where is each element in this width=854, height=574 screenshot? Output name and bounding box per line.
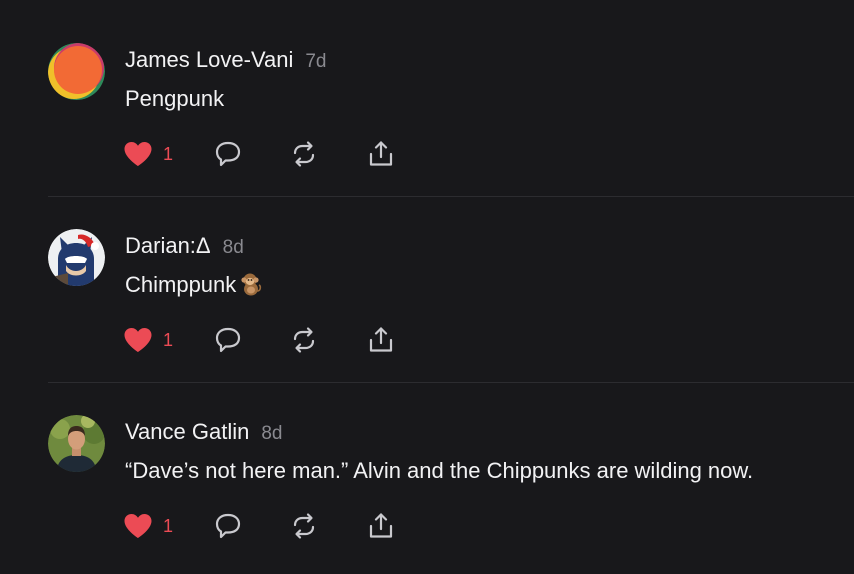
share-button[interactable] (366, 511, 396, 541)
share-upload-icon (369, 141, 393, 166)
repost-arrows-icon (293, 141, 315, 167)
share-button[interactable] (366, 139, 396, 169)
reply-button[interactable] (213, 325, 243, 355)
repost-arrows-icon (293, 513, 315, 539)
post-text: Chimppunk (125, 272, 237, 297)
like-count: 1 (163, 329, 174, 350)
post-header: Darian:Δ 8d (125, 233, 244, 262)
post: Vance Gatlin 8d “Dave’s not here man.” Al… (0, 383, 854, 569)
avatar[interactable] (48, 415, 105, 472)
post-text: “Dave’s not here man.” Alvin and the Chi… (125, 458, 754, 483)
monkey-emoji-icon (240, 272, 262, 303)
heart-icon (124, 514, 152, 538)
reply-bubble-icon (215, 141, 241, 167)
reply-bubble-icon (215, 327, 241, 353)
post-timestamp[interactable]: 8d (261, 423, 282, 444)
author-name[interactable]: Darian:Δ (125, 233, 211, 258)
author-name[interactable]: James Love-Vani (125, 47, 293, 72)
reply-bubble-icon (215, 513, 241, 539)
heart-icon (124, 142, 152, 166)
post: James Love-Vani 7d Pengpunk 1 (0, 11, 854, 197)
post-actions: 1 (123, 511, 423, 541)
post-actions: 1 (123, 139, 423, 169)
like-button[interactable]: 1 (123, 139, 173, 169)
author-name[interactable]: Vance Gatlin (125, 419, 249, 444)
post-header: Vance Gatlin 8d (125, 419, 282, 448)
share-upload-icon (369, 513, 393, 538)
repost-button[interactable] (289, 511, 319, 541)
person-photo-avatar-icon (48, 415, 105, 472)
orange-circle-avatar-icon (48, 43, 105, 100)
like-button[interactable]: 1 (123, 325, 173, 355)
batman-santa-avatar-icon (48, 229, 105, 286)
post: Darian:Δ 8d Chimppunk 1 (0, 197, 854, 383)
post-text: Pengpunk (125, 86, 225, 111)
like-count: 1 (163, 515, 174, 536)
repost-arrows-icon (293, 327, 315, 353)
post-text-row: Chimppunk (125, 271, 262, 303)
repost-button[interactable] (289, 325, 319, 355)
post-actions: 1 (123, 325, 423, 355)
reply-button[interactable] (213, 511, 243, 541)
post-timestamp[interactable]: 8d (223, 237, 244, 258)
heart-icon (124, 328, 152, 352)
like-count: 1 (163, 143, 174, 164)
repost-button[interactable] (289, 139, 319, 169)
avatar[interactable] (48, 229, 105, 286)
avatar[interactable] (48, 43, 105, 100)
reply-button[interactable] (213, 139, 243, 169)
like-button[interactable]: 1 (123, 511, 173, 541)
share-button[interactable] (366, 325, 396, 355)
post-header: James Love-Vani 7d (125, 47, 326, 76)
share-upload-icon (369, 327, 393, 352)
post-timestamp[interactable]: 7d (305, 51, 326, 72)
